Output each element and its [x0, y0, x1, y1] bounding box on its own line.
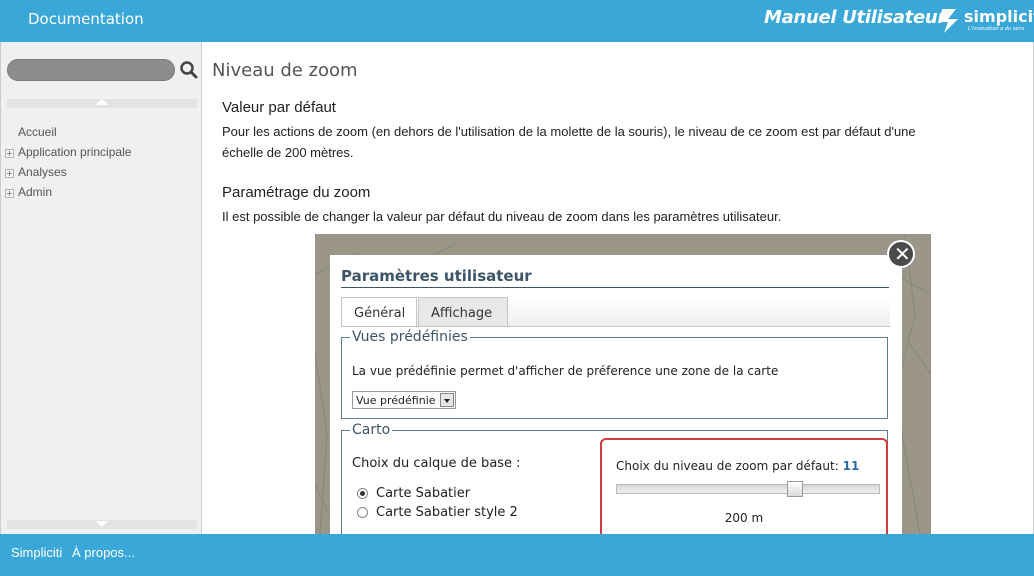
search-box: [7, 59, 199, 83]
documentation-title[interactable]: Documentation: [28, 10, 144, 28]
footer-link-simpliciti[interactable]: Simpliciti: [11, 545, 62, 560]
zoom-level-label: Choix du niveau de zoom par défaut: 11: [616, 459, 859, 473]
section-text-default-line2: échelle de 200 mètres.: [222, 145, 354, 160]
manual-title: Manuel Utilisateur: [764, 7, 947, 28]
search-input[interactable]: [7, 59, 175, 81]
fieldset-vues-predefinies: Vues prédéfinies La vue prédéfinie perme…: [341, 329, 888, 419]
close-icon: ✕: [894, 242, 911, 266]
dialog-title: Paramètres utilisateur: [341, 267, 532, 285]
close-dialog-button[interactable]: ✕: [887, 240, 915, 268]
dropdown-arrow-icon: [440, 393, 454, 407]
nav-item-label: Admin: [18, 185, 53, 199]
settings-screenshot: Paramètres utilisateur Général Affichage…: [315, 234, 931, 534]
zoom-slider[interactable]: [616, 481, 880, 497]
radio-button-selected[interactable]: [357, 488, 368, 499]
logo-tagline: L'innovation a du sens: [968, 26, 1025, 32]
base-layer-label: Choix du calque de base :: [352, 456, 521, 471]
footer-bar: Simpliciti À propos...: [0, 534, 1034, 576]
tab-label: Affichage: [431, 306, 493, 321]
tab-affichage[interactable]: Affichage: [418, 297, 508, 327]
top-bar: Documentation Manuel Utilisateur simplic…: [0, 0, 1034, 42]
predefined-view-select[interactable]: Vue prédéfinie: [352, 391, 456, 409]
section-title-zoom-settings: Paramétrage du zoom: [222, 184, 371, 201]
logo-name: simpliciti: [964, 7, 1034, 26]
section-text-zoom-settings: Il est possible de changer la valeur par…: [222, 209, 782, 224]
expand-icon[interactable]: [5, 169, 14, 178]
tab-label: Général: [354, 306, 406, 321]
user-settings-dialog: Paramètres utilisateur Général Affichage…: [330, 255, 902, 534]
radio-label: Carte Sabatier: [376, 486, 471, 501]
nav-item-label: Analyses: [18, 165, 67, 179]
expand-icon[interactable]: [5, 189, 14, 198]
zoom-level-value: 11: [842, 459, 860, 473]
scroll-up-button[interactable]: [7, 99, 197, 108]
section-title-default: Valeur par défaut: [222, 99, 336, 116]
section-text-default-line1: Pour les actions de zoom (en dehors de l…: [222, 124, 916, 139]
fieldset-legend: Vues prédéfinies: [350, 329, 470, 345]
dialog-divider: [341, 287, 889, 288]
select-value: Vue prédéfinie: [356, 394, 436, 407]
expand-icon[interactable]: [5, 149, 14, 158]
zoom-highlight-box: Choix du niveau de zoom par défaut: 11 2…: [600, 438, 888, 534]
chevron-down-icon: [96, 521, 108, 527]
search-icon[interactable]: [179, 60, 199, 80]
sidebar: Accueil Application principale Analyses …: [0, 42, 202, 534]
radio-label: Carte Sabatier style 2: [376, 505, 518, 520]
nav-item-label: Application principale: [18, 145, 132, 159]
vues-description: La vue prédéfinie permet d'afficher de p…: [352, 364, 779, 378]
nav-item-label: Accueil: [18, 125, 57, 139]
simpliciti-logo[interactable]: simpliciti L'innovation a du sens: [938, 4, 1034, 38]
simpliciti-logo-icon: [940, 9, 958, 33]
chevron-up-icon: [96, 99, 108, 105]
zoom-scale-value: 200 m: [724, 511, 764, 525]
footer-link-about[interactable]: À propos...: [72, 545, 135, 560]
radio-button[interactable]: [357, 507, 368, 518]
main-content: Niveau de zoom Valeur par défaut Pour le…: [203, 42, 1034, 534]
page-title: Niveau de zoom: [212, 60, 358, 81]
fieldset-legend: Carto: [350, 422, 393, 438]
dialog-tabs: Général Affichage: [341, 297, 890, 327]
zoom-slider-handle[interactable]: [787, 481, 803, 497]
scroll-down-button[interactable]: [7, 520, 197, 529]
tab-general[interactable]: Général: [341, 297, 417, 327]
zoom-label-text: Choix du niveau de zoom par défaut:: [616, 459, 839, 473]
